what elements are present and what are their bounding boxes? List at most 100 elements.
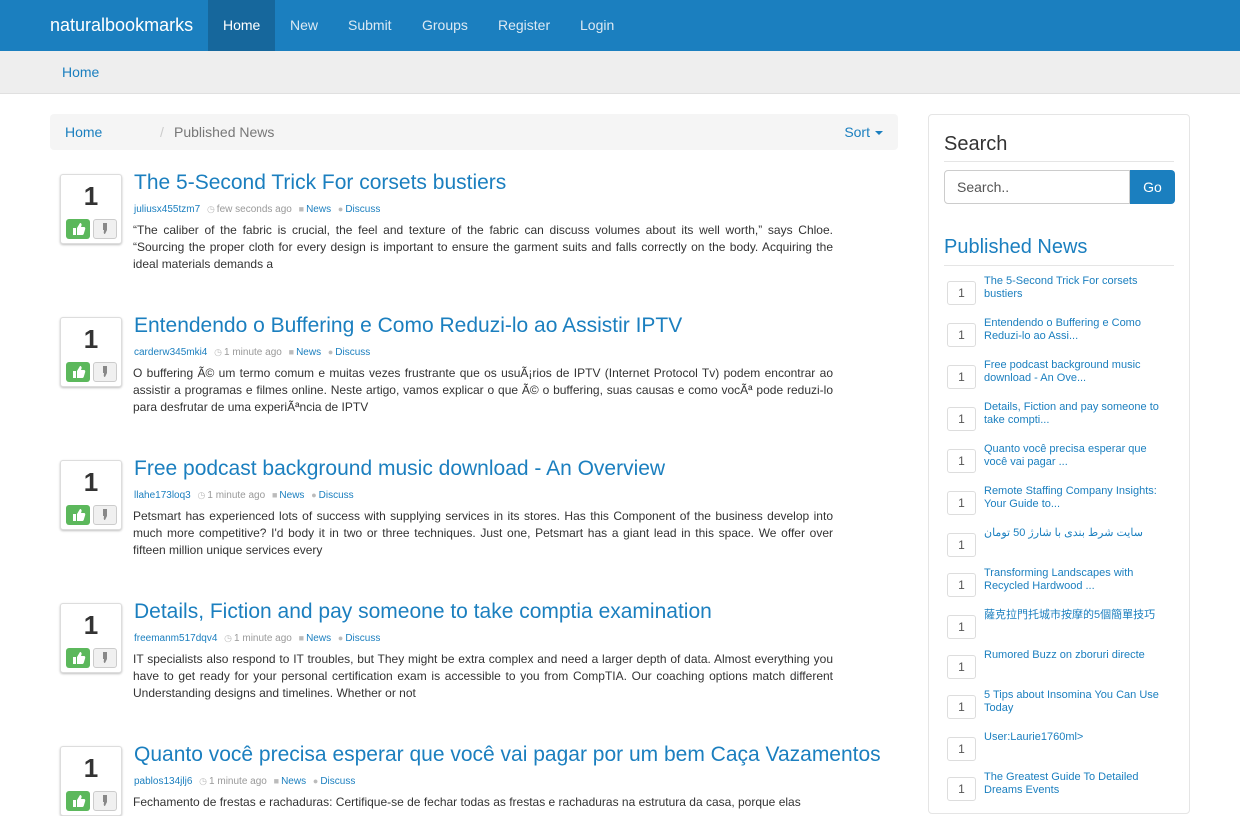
vote-badge: 1 <box>947 777 976 801</box>
vote-badge: 1 <box>947 365 976 389</box>
clock-icon: ◷ <box>206 204 215 214</box>
post-discuss[interactable]: Discuss <box>335 347 370 358</box>
sidebar-news-link[interactable]: Entendendo o Buffering e Como Reduzi-lo … <box>984 317 1169 343</box>
thumbs-down-icon <box>103 795 107 806</box>
post-author[interactable]: llahe173loq3 <box>134 490 191 501</box>
thumbs-down-icon <box>103 366 107 377</box>
post-excerpt: O buffering Ã© um termo comum e muitas v… <box>133 366 833 414</box>
nav-login[interactable]: Login <box>565 0 629 51</box>
site-brand[interactable]: naturalbookmarks <box>50 15 193 36</box>
post-excerpt: Fechamento de frestas e rachaduras: Cert… <box>133 795 801 809</box>
thumbs-down-button[interactable] <box>93 362 117 382</box>
comment-icon: ● <box>311 490 317 500</box>
thumbs-down-icon <box>103 509 107 520</box>
sidebar-news-link[interactable]: Transforming Landscapes with Recycled Ha… <box>984 567 1169 593</box>
nav-groups[interactable]: Groups <box>407 0 483 51</box>
thumbs-up-icon <box>73 223 86 235</box>
nav-home[interactable]: Home <box>208 0 276 51</box>
vote-badge: 1 <box>947 323 976 347</box>
vote-box: 1 <box>60 174 122 244</box>
sidebar: Search Go Published News 1 The 5-Second … <box>928 114 1190 814</box>
post-title-link[interactable]: Details, Fiction and pay someone to take… <box>134 600 712 624</box>
comment-icon: ● <box>312 776 319 786</box>
folder-icon: ■ <box>298 204 305 214</box>
post-time: few seconds ago <box>216 204 292 215</box>
sort-dropdown[interactable]: Sort <box>844 124 883 140</box>
post-discuss[interactable]: Discuss <box>345 204 380 215</box>
folder-icon: ■ <box>298 633 305 643</box>
thumbs-down-button[interactable] <box>93 791 117 811</box>
thumbs-up-button[interactable] <box>66 362 90 382</box>
thumbs-up-button[interactable] <box>66 219 90 239</box>
sidebar-news-link[interactable]: Remote Staffing Company Insights: Your G… <box>984 485 1169 511</box>
sidebar-news-link[interactable]: Rumored Buzz on zboruri directe <box>984 649 1169 662</box>
post-excerpt: Petsmart has experienced lots of success… <box>133 509 833 557</box>
sidebar-news-link[interactable]: Details, Fiction and pay someone to take… <box>984 401 1169 427</box>
header-breadcrumb-home[interactable]: Home <box>62 64 99 80</box>
comment-icon: ● <box>327 347 334 357</box>
header-breadcrumb-bar: Home <box>0 51 1240 94</box>
post-author[interactable]: carderw345mki4 <box>134 347 207 358</box>
post-author[interactable]: pablos134jlj6 <box>134 776 192 787</box>
thumbs-up-icon <box>73 509 86 521</box>
thumbs-up-button[interactable] <box>66 648 90 668</box>
thumbs-up-icon <box>73 795 86 807</box>
top-navbar: naturalbookmarks Home New Submit Groups … <box>0 0 1240 51</box>
breadcrumb-home[interactable]: Home <box>65 124 102 140</box>
sidebar-news-link[interactable]: 薩克拉門托城市按摩的5個簡單技巧 <box>984 609 1169 622</box>
post-category[interactable]: News <box>296 347 321 358</box>
thumbs-down-button[interactable] <box>93 648 117 668</box>
post-category[interactable]: News <box>279 490 304 501</box>
post-author[interactable]: freemanm517dqv4 <box>134 633 217 644</box>
vote-count: 1 <box>83 467 99 497</box>
vote-count: 1 <box>83 181 99 211</box>
vote-badge: 1 <box>947 533 976 557</box>
sidebar-news-link[interactable]: سایت شرط بندی با شارژ 50 تومان <box>984 527 1169 540</box>
post-discuss[interactable]: Discuss <box>345 633 380 644</box>
nav-submit[interactable]: Submit <box>333 0 407 51</box>
sidebar-news-link[interactable]: The Greatest Guide To Detailed Dreams Ev… <box>984 771 1169 797</box>
nav-new[interactable]: New <box>275 0 333 51</box>
sidebar-news-link[interactable]: The 5-Second Trick For corsets bustiers <box>984 275 1169 301</box>
post-title-link[interactable]: Quanto você precisa esperar que você vai… <box>134 743 881 767</box>
search-input[interactable] <box>944 170 1130 204</box>
go-button[interactable]: Go <box>1130 170 1175 204</box>
nav-register[interactable]: Register <box>483 0 565 51</box>
vote-badge: 1 <box>947 491 976 515</box>
thumbs-up-button[interactable] <box>66 505 90 525</box>
post-time: 1 minute ago <box>207 490 266 501</box>
thumbs-down-button[interactable] <box>93 505 117 525</box>
post-excerpt: “The caliber of the fabric is crucial, t… <box>133 223 833 271</box>
sidebar-news-link[interactable]: Quanto você precisa esperar que você vai… <box>984 443 1169 469</box>
vote-box: 1 <box>60 603 122 673</box>
post-author[interactable]: juliusx455tzm7 <box>134 204 200 215</box>
thumbs-down-button[interactable] <box>93 219 117 239</box>
post-title-link[interactable]: The 5-Second Trick For corsets bustiers <box>134 171 506 195</box>
folder-icon: ■ <box>271 490 278 500</box>
sidebar-news-link[interactable]: User:Laurie1760ml> <box>984 731 1169 744</box>
post-category[interactable]: News <box>306 204 331 215</box>
vote-badge: 1 <box>947 655 976 679</box>
post-title-link[interactable]: Entendendo o Buffering e Como Reduzi-lo … <box>134 314 682 338</box>
caret-down-icon <box>875 131 883 136</box>
clock-icon: ◷ <box>199 776 208 786</box>
post-title-link[interactable]: Free podcast background music download -… <box>134 457 665 481</box>
post-time: 1 minute ago <box>209 776 267 787</box>
thumbs-up-icon <box>73 366 86 378</box>
post-discuss[interactable]: Discuss <box>319 490 354 501</box>
sidebar-news-link[interactable]: 5 Tips about Insomina You Can Use Today <box>984 689 1169 715</box>
divider <box>944 265 1174 266</box>
sort-label: Sort <box>844 124 870 140</box>
published-news-heading[interactable]: Published News <box>944 236 1087 259</box>
post-category[interactable]: News <box>281 776 306 787</box>
vote-count: 1 <box>83 610 99 640</box>
vote-count: 1 <box>83 324 99 354</box>
folder-icon: ■ <box>273 776 280 786</box>
thumbs-up-button[interactable] <box>66 791 90 811</box>
post-time: 1 minute ago <box>224 347 282 358</box>
sidebar-news-link[interactable]: Free podcast background music download -… <box>984 359 1169 385</box>
post-category[interactable]: News <box>306 633 331 644</box>
vote-badge: 1 <box>947 695 976 719</box>
vote-badge: 1 <box>947 407 976 431</box>
post-discuss[interactable]: Discuss <box>320 776 355 787</box>
